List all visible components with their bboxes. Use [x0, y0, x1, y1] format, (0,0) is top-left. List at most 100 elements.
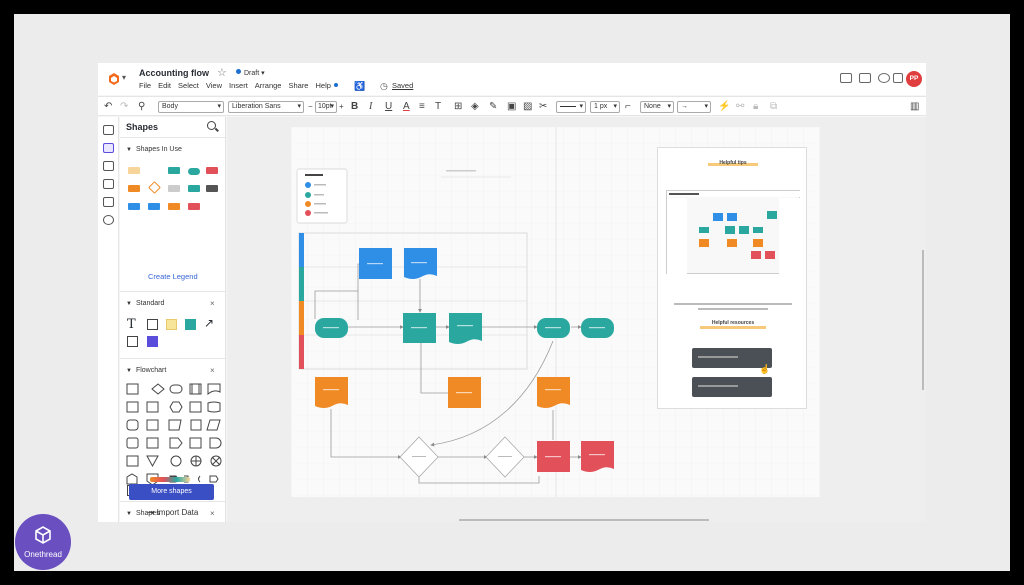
menu-help[interactable]: Help [315, 81, 338, 90]
shape-swatch[interactable] [148, 203, 160, 210]
underline-icon[interactable]: U [385, 100, 392, 113]
menu-view[interactable]: View [206, 81, 222, 90]
shape-swatch[interactable] [188, 203, 200, 210]
image-library-icon[interactable] [103, 179, 114, 189]
comment-icon[interactable] [840, 73, 852, 83]
section-standard[interactable]: ▼ Standard [126, 300, 164, 307]
align-icon[interactable]: ≡ [419, 100, 425, 113]
bold-icon[interactable]: B [351, 100, 358, 113]
line-start-select[interactable]: None [640, 101, 674, 113]
menu-edit[interactable]: Edit [158, 81, 171, 90]
blue-document-shape [404, 248, 437, 279]
menu-arrange[interactable]: Arrange [255, 81, 282, 90]
line-color-icon[interactable]: ✎ [489, 100, 497, 113]
vertical-scrollbar[interactable] [922, 250, 924, 390]
horizontal-scrollbar[interactable] [459, 519, 709, 521]
close-section-icon[interactable]: × [210, 366, 215, 375]
saved-link[interactable]: Saved [392, 81, 413, 90]
fill-color-icon[interactable]: ◈ [471, 100, 479, 113]
line-style-select[interactable] [556, 101, 586, 113]
video-icon[interactable] [893, 73, 903, 83]
video-shape-icon[interactable] [147, 336, 158, 347]
action-shape-icon[interactable] [185, 319, 196, 330]
chevron-down-icon[interactable]: ▾ [122, 73, 126, 82]
divider [120, 358, 225, 359]
font-size-field[interactable]: 10pt [315, 101, 337, 113]
tips-screenshot[interactable] [666, 190, 801, 275]
draft-status[interactable]: Draft ▾ [236, 69, 265, 77]
accessibility-icon[interactable]: ♿ [354, 81, 365, 92]
section-label: Shapes In Use [135, 146, 182, 153]
shapes-icon[interactable] [103, 143, 114, 153]
shape-swatch[interactable] [128, 167, 140, 174]
menu-file[interactable]: File [139, 81, 151, 90]
shape-swatch[interactable] [168, 203, 180, 210]
table-icon[interactable]: ⊞ [454, 100, 462, 113]
star-icon[interactable]: ☆ [217, 66, 227, 79]
arrow-tool-icon[interactable]: ↗ [204, 316, 214, 330]
shape-swatch[interactable] [206, 167, 218, 174]
document-title[interactable]: Accounting flow [139, 68, 209, 78]
group-icon[interactable]: ⧉ [770, 100, 777, 113]
avatar[interactable]: PP [906, 71, 922, 87]
animation-icon[interactable]: ⚡ [718, 100, 730, 113]
orange-document-shape [315, 377, 348, 408]
shape-swatch[interactable] [128, 185, 140, 192]
flowchart-shapes-grid[interactable] [124, 381, 224, 491]
undo-icon[interactable]: ↶ [104, 100, 112, 113]
shape-swatch[interactable] [188, 168, 200, 175]
rectangle-shape-icon[interactable] [147, 319, 158, 330]
teal-document-shape [449, 313, 482, 344]
effects-icon[interactable]: ✂ [539, 100, 547, 113]
line-shape-icon[interactable]: ⌐ [625, 100, 631, 113]
section-shapes-in-use[interactable]: ▼ Shapes In Use [126, 146, 182, 153]
text-color-icon[interactable]: A [403, 100, 410, 113]
shape-swatch[interactable] [168, 185, 180, 192]
data-icon[interactable] [103, 197, 114, 207]
image-icon[interactable]: ▨ [523, 100, 532, 113]
link-icon[interactable]: ⚯ [736, 100, 744, 113]
section-flowchart[interactable]: ▼ Flowchart [126, 367, 166, 374]
swimlane-shape-icon[interactable] [127, 485, 138, 496]
line-end-select[interactable]: → [677, 101, 711, 113]
tips-text-line [698, 308, 768, 310]
font-select[interactable]: Liberation Sans [228, 101, 304, 113]
redo-icon[interactable]: ↷ [120, 100, 128, 113]
font-size-increase[interactable]: + [339, 100, 344, 113]
close-section-icon[interactable]: × [210, 299, 215, 308]
shape-swatch[interactable] [128, 203, 140, 210]
integrations-icon[interactable] [103, 215, 114, 225]
status-dot-icon [236, 69, 241, 74]
shape-swatch[interactable] [206, 185, 218, 192]
timer-icon[interactable] [878, 73, 890, 83]
style-select[interactable]: Body [158, 101, 224, 113]
format-painter-icon[interactable]: ⚲ [138, 100, 145, 113]
lock-icon[interactable]: 🔒︎ [753, 100, 758, 113]
table-shape-icon[interactable] [147, 485, 158, 496]
templates-icon[interactable] [103, 161, 114, 171]
pages-icon[interactable] [103, 125, 114, 135]
panel-toggle-icon[interactable]: ▥ [910, 100, 919, 113]
shape-swatch[interactable] [168, 167, 180, 174]
search-icon[interactable] [207, 121, 216, 130]
note-shape-icon[interactable] [166, 319, 177, 330]
italic-icon[interactable]: I [369, 100, 372, 113]
resource-button[interactable] [692, 377, 772, 397]
create-legend-link[interactable]: Create Legend [148, 272, 198, 281]
caret-down-icon: ▼ [126, 368, 132, 374]
clock-icon[interactable]: ◷ [380, 81, 388, 92]
shadow-icon[interactable]: ▣ [507, 100, 516, 113]
import-data-button[interactable]: ⇥ Import Data [120, 508, 226, 522]
menu-select[interactable]: Select [178, 81, 199, 90]
menu-insert[interactable]: Insert [229, 81, 248, 90]
font-size-decrease[interactable]: − [308, 100, 313, 113]
menu-share[interactable]: Share [288, 81, 308, 90]
text-options-icon[interactable]: T [435, 100, 441, 113]
text-tool-icon[interactable]: T [127, 317, 136, 332]
present-icon[interactable] [859, 73, 871, 83]
list-shape-icon[interactable] [127, 336, 138, 347]
shape-swatch[interactable] [188, 185, 200, 192]
line-width-select[interactable]: 1 px [590, 101, 620, 113]
app-logo-icon[interactable] [107, 72, 121, 86]
shape-swatch[interactable] [148, 181, 161, 194]
